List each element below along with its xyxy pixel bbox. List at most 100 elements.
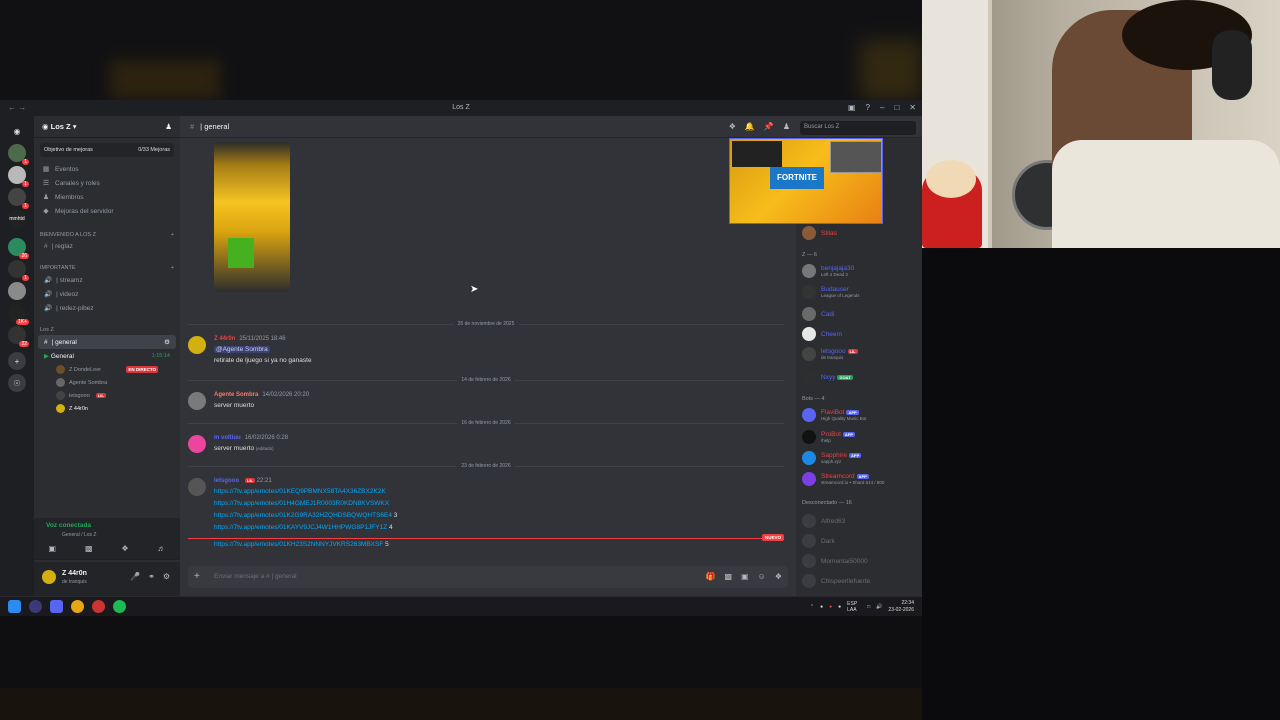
member-item[interactable]: benjajaja30 Left 4 Dead 2 [802,264,920,278]
guild-icon[interactable] [8,282,26,300]
guild-icon[interactable]: 1 [8,166,29,187]
server-header[interactable]: ◉ Los Z ▾ ♟ [34,116,180,138]
voice-user[interactable]: Z 44r0n [34,402,180,415]
member-item[interactable]: Chispeerllefuerte [802,574,920,588]
settings-icon[interactable]: ⚙ [163,572,170,581]
search-input[interactable]: Buscar Los Z [800,121,916,135]
channel-videoz[interactable]: 🔊 | videoz [34,287,180,301]
network-icon[interactable]: □ [867,604,870,610]
member-item[interactable]: Momentai50000 [802,554,920,568]
headphones-icon[interactable]: ⚭ [148,572,155,581]
username[interactable]: Agente Sombra [214,392,258,398]
member-item[interactable]: ProBot APP/help [802,430,920,444]
avatar[interactable] [188,435,206,453]
message-composer[interactable]: + Enviar mensaje a # | general 🎁 ▩ ▣ ☺ ❖ [188,566,788,588]
mic-icon[interactable]: ● [838,604,841,610]
members-list-icon[interactable]: ♟ [783,122,790,131]
threads-icon[interactable]: ❖ [729,122,736,131]
help-icon[interactable]: ? [866,103,870,112]
member-item[interactable]: Alfred63 [802,514,920,528]
link[interactable]: https://7tv.app/emotes/01KAYV9JCJ4W1HHPW… [214,524,387,531]
guild-icon[interactable]: 1K+ [8,304,29,325]
gift-icon[interactable]: 🎁 [706,572,716,581]
volume-icon[interactable]: 🔊 [876,604,882,610]
language-indicator[interactable]: ESP LAA [847,601,861,613]
member-item[interactable]: Nxyy GOAT [802,370,920,384]
attach-plus-icon[interactable]: + [194,571,200,582]
chrome-icon[interactable] [71,600,84,613]
username[interactable]: letsgooo [214,478,239,484]
voice-channel-general[interactable]: ▶ General 1:15:14 [34,349,180,363]
discord-icon[interactable] [50,600,63,613]
gif-icon[interactable]: ▩ [725,572,733,581]
member-item[interactable]: Cadi [802,307,920,321]
sidebar-item-boosts[interactable]: ◆ Mejoras del servidor [34,204,180,218]
member-item[interactable]: Streamcord APP streamcord.io • Shard 614 /… [802,472,920,486]
camera-icon[interactable]: ▣ [48,544,56,553]
stream-preview[interactable]: FORTNITE [729,138,883,224]
category-los-z[interactable]: Los Z [34,321,180,335]
category-bienvenido[interactable]: BIENVENIDO A LOS Z + [34,226,180,240]
channel-general[interactable]: # | general ⚙ [38,335,176,349]
add-member-icon[interactable]: ♟ [165,122,172,131]
avatar[interactable] [188,392,206,410]
pin-icon[interactable]: 📌 [764,122,774,131]
channel-redez-pibez[interactable]: 🔊 | redez-pibez [34,301,180,315]
avatar[interactable] [188,336,206,354]
close-button[interactable]: ✕ [909,103,916,112]
mention[interactable]: @Agente Sombra [214,346,270,353]
image-attachment[interactable] [214,142,290,292]
guild-icon[interactable]: 1 [8,260,29,281]
sticker-icon[interactable]: ▣ [741,572,749,581]
spotify-icon[interactable] [113,600,126,613]
add-server-icon[interactable]: + [8,352,26,370]
guild-icon[interactable]: mmhtd [8,210,26,228]
notification-bell-icon[interactable]: 🔔 [745,122,755,131]
discord-home-icon[interactable]: ◉ [8,122,26,140]
guild-icon[interactable]: 1 [8,188,29,209]
activities-icon[interactable]: ❖ [121,544,128,553]
inbox-icon[interactable]: ▣ [848,103,856,112]
member-item[interactable]: Sapphire APP sapph.xyz [802,451,920,465]
obs-icon[interactable] [92,600,105,613]
link[interactable]: https://7tv.app/emotes/01KH23S2NNNYJVKRS… [214,541,383,548]
soundboard-icon[interactable]: ♬ [158,544,166,553]
link[interactable]: https://7tv.app/emotes/01H4GMEJ1R0003R0K… [214,500,389,507]
maximize-button[interactable]: □ [894,103,899,112]
channel-streamz[interactable]: 🔊 | streamz [34,273,180,287]
avatar[interactable] [188,478,206,496]
member-item[interactable]: Budauser League of Legends [802,285,920,299]
sidebar-item-channels-roles[interactable]: ☰ Canales y roles [34,176,180,190]
voice-user[interactable]: Agente Sombra [34,376,180,389]
minimize-button[interactable]: – [880,103,884,112]
voice-user[interactable]: Z DondeLeer EN DIRECTO [34,363,180,376]
browser-icon[interactable] [29,600,42,613]
member-item[interactable]: Stilas [802,226,920,240]
category-importante[interactable]: IMPORTANTE + [34,259,180,273]
start-icon[interactable] [8,600,21,613]
boost-goal[interactable]: Objetivo de mejoras 0/33 Mejoras [40,143,174,157]
apps-icon[interactable]: ❖ [775,572,782,581]
voice-user[interactable]: letsgooo LIL [34,389,180,402]
member-item[interactable]: Dark [802,534,920,548]
channel-reglaz[interactable]: # | reglaz [34,240,180,253]
sidebar-item-events[interactable]: ▦ Eventos [34,162,180,176]
guild-icon[interactable]: 1 [8,144,29,165]
member-item[interactable]: letsgooo LIL de tranquis [802,347,920,361]
link[interactable]: https://7tv.app/emotes/01K2G9RA32HZQHDSB… [214,512,392,519]
member-item[interactable]: FlaviBot APP High Quality Music Bot [802,408,920,422]
link[interactable]: https://7tv.app/emotes/01KEQ9PBMNX58TA4X… [214,488,386,495]
guild-icon[interactable]: 22 [8,326,29,347]
chevron-up-icon[interactable]: ⌃ [810,604,814,610]
username[interactable]: m voltiuu [214,435,241,441]
screen-share-icon[interactable]: ▩ [85,544,93,553]
member-item[interactable]: Cheem [802,327,920,341]
avatar[interactable] [42,570,56,584]
guild-icon[interactable]: 26 [8,238,29,259]
mic-icon[interactable]: 🎤 [130,572,140,581]
discover-icon[interactable]: ☉ [8,374,26,392]
username[interactable]: Z 44r0n [214,336,235,342]
emoji-icon[interactable]: ☺ [758,572,766,581]
clock[interactable]: 22:34 23-02-2026 [888,600,914,614]
tray-app-icon[interactable]: ● [820,604,823,610]
